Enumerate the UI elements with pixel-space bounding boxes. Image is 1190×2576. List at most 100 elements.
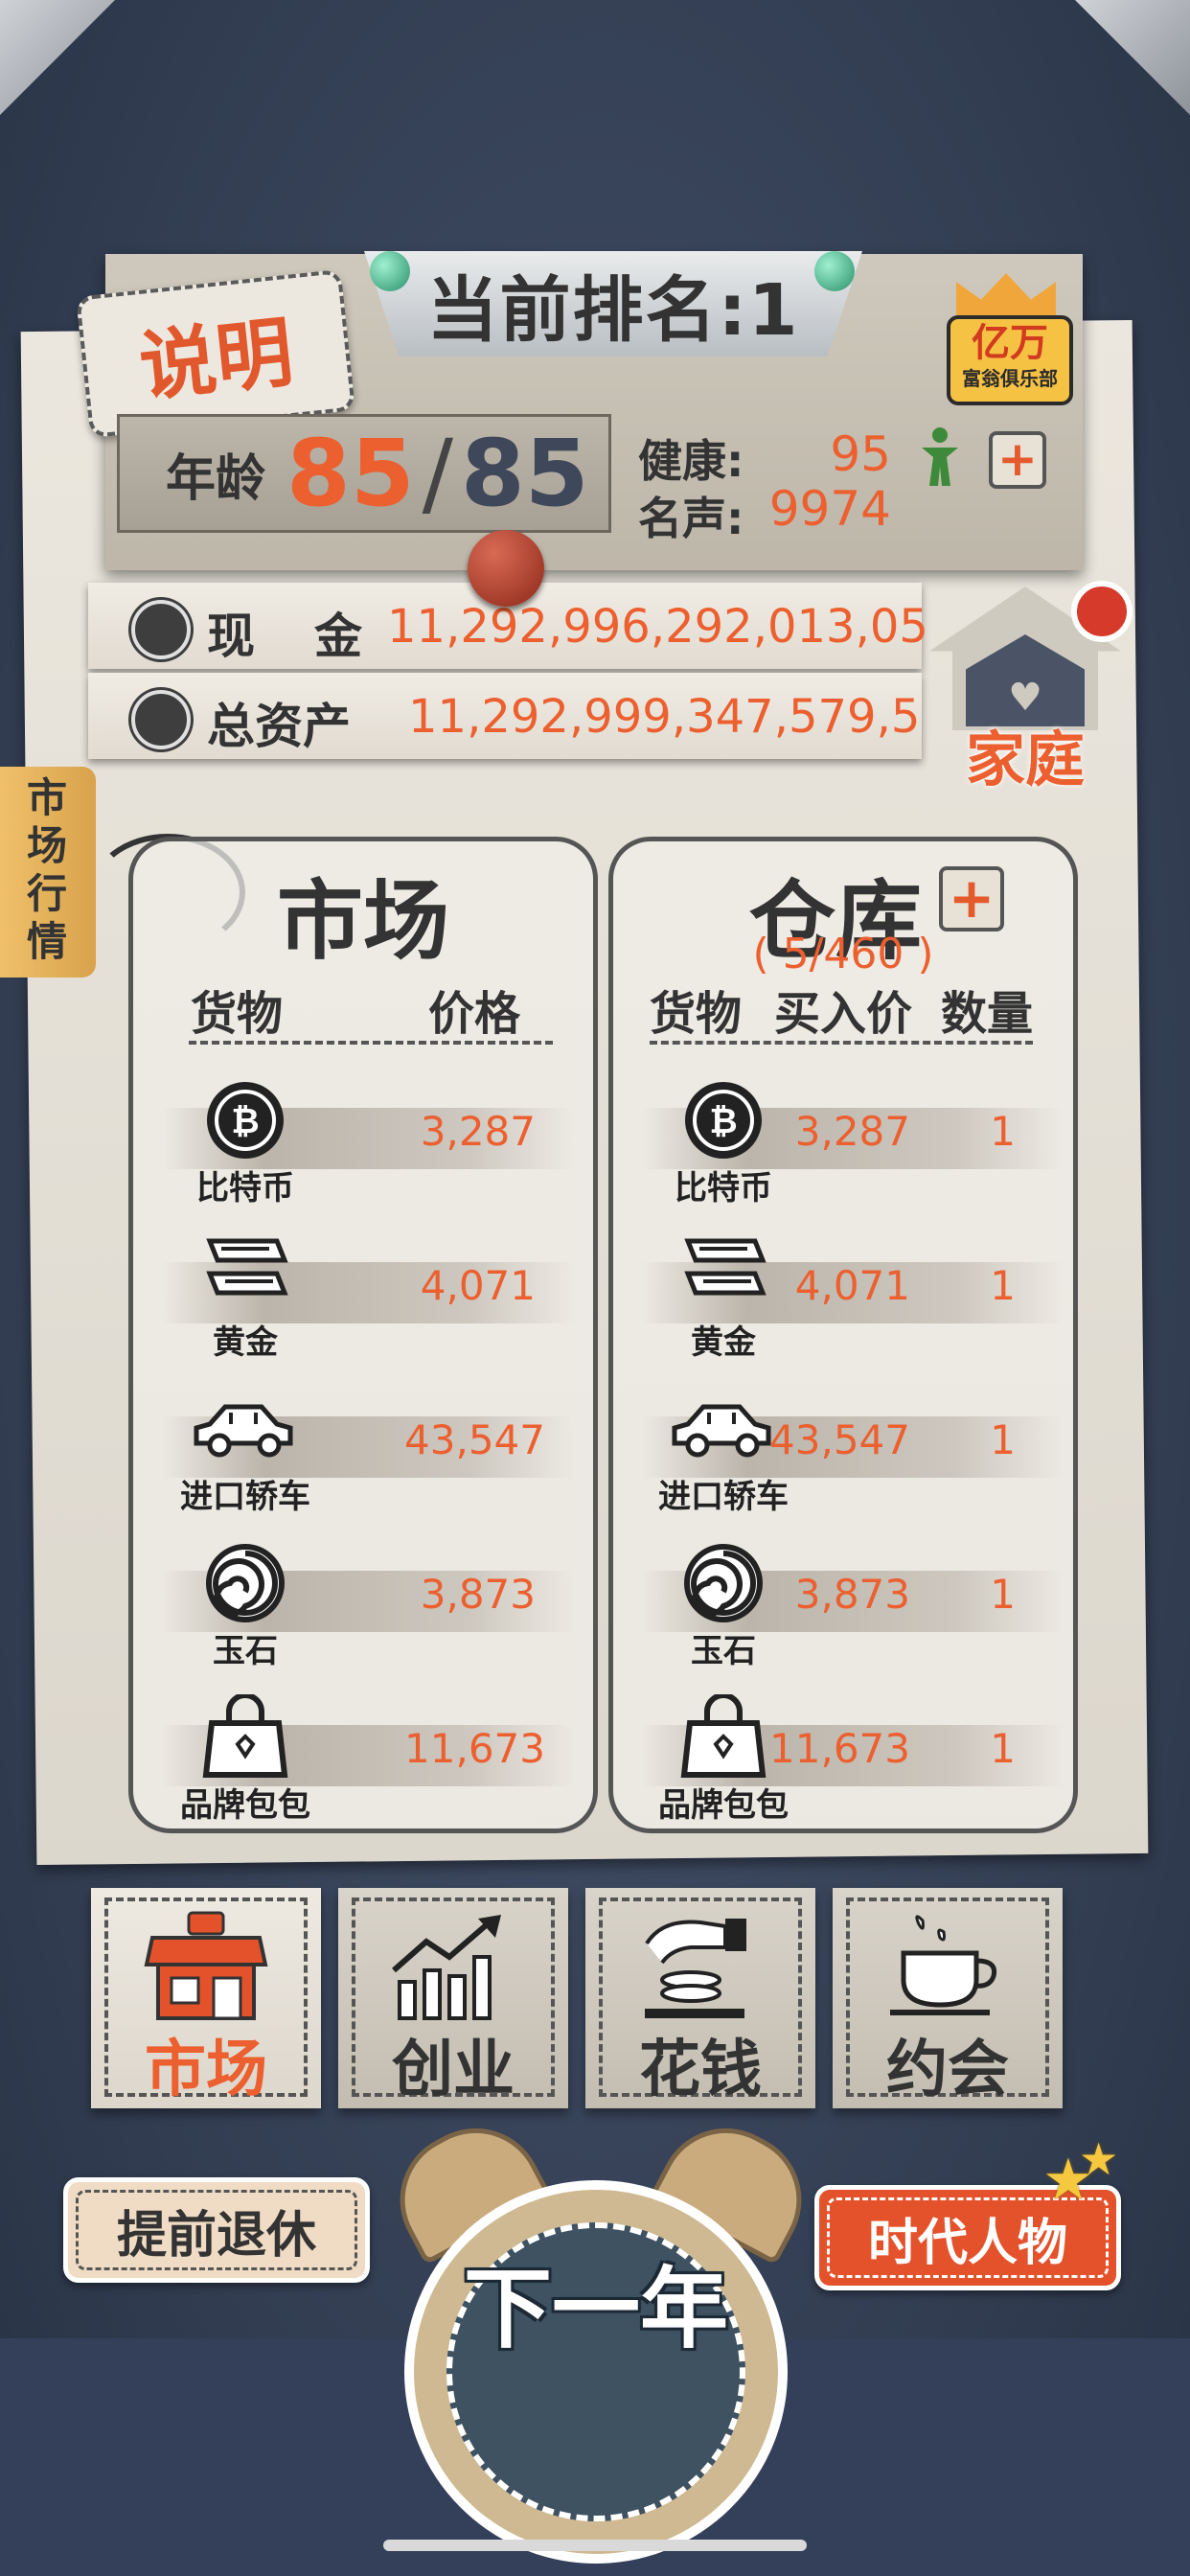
- age-separator: /: [422, 420, 453, 527]
- item-price: 43,547: [404, 1416, 545, 1463]
- handbag-icon: [202, 1694, 288, 1778]
- spend-money-icon: [645, 1919, 746, 2018]
- market-panel: 市场 货物 价格 ₿ 比特币 3,287 黄金 4,071 进口轿车 43,54…: [128, 837, 598, 1833]
- next-year-button[interactable]: 下一年: [376, 2104, 826, 2564]
- car-icon: [672, 1404, 771, 1458]
- home-indicator[interactable]: [383, 2540, 807, 2551]
- heart-icon: ♥: [1008, 676, 1042, 720]
- club-badge-title: 亿万: [972, 321, 1048, 365]
- cash-value: 11,292,996,292,013,05: [387, 600, 928, 654]
- item-name: 比特币: [196, 1169, 294, 1208]
- item-name: 品牌包包: [658, 1786, 789, 1825]
- age-max: 85: [460, 420, 589, 527]
- item-name: 进口轿车: [658, 1478, 789, 1516]
- item-qty: 1: [990, 1571, 1016, 1618]
- explain-button[interactable]: 说明: [76, 268, 355, 439]
- item-price: 3,287: [420, 1108, 536, 1155]
- item-name: 黄金: [213, 1323, 278, 1362]
- star-icon: ★: [1079, 2133, 1119, 2185]
- market-row[interactable]: 玉石 3,873: [133, 1536, 593, 1670]
- market-row[interactable]: 进口轿车 43,547: [133, 1382, 593, 1516]
- item-buy-price: 43,547: [769, 1416, 910, 1463]
- item-buy-price: 3,873: [794, 1571, 910, 1618]
- warehouse-row[interactable]: 黄金 4,071 1: [613, 1228, 1073, 1362]
- market-trend-tab[interactable]: 市场行情: [0, 767, 96, 978]
- market-title: 市场: [277, 871, 449, 972]
- jade-icon: [206, 1544, 285, 1622]
- market-trend-label: 市场行情: [27, 774, 68, 965]
- assets-label: 总资产: [207, 699, 351, 754]
- billionaire-club-badge[interactable]: 亿万 富翁俱乐部: [939, 273, 1073, 407]
- tab-label: 创业: [392, 2035, 515, 2105]
- divider: [650, 1041, 1033, 1045]
- tab-market[interactable]: 市场: [91, 1888, 321, 2108]
- health-value: 95: [830, 426, 891, 482]
- notification-dot: [1071, 581, 1133, 642]
- coin-icon: [131, 600, 191, 659]
- warehouse-row[interactable]: 品牌包包 11,673 1: [613, 1690, 1073, 1825]
- warehouse-row[interactable]: 进口轿车 43,547 1: [613, 1382, 1073, 1516]
- early-retire-button[interactable]: 提前退休: [63, 2177, 370, 2283]
- assets-row: 总资产 11,292,999,347,579,5: [88, 673, 922, 759]
- gold-bar-icon: [684, 1238, 767, 1296]
- item-price: 4,071: [420, 1262, 536, 1309]
- handbag-icon: [680, 1694, 767, 1778]
- warehouse-col-buy-price: 买入价: [774, 987, 913, 1041]
- age-current: 85: [286, 420, 415, 527]
- item-name: 玉石: [691, 1632, 756, 1670]
- item-qty: 1: [990, 1725, 1016, 1772]
- era-people-label: 时代人物: [867, 2214, 1067, 2272]
- early-retire-label: 提前退休: [116, 2206, 316, 2265]
- gold-bar-icon: [206, 1238, 288, 1296]
- item-name: 黄金: [691, 1323, 756, 1362]
- warehouse-panel: 仓库 + ( 5/460 ) 货物 买入价 数量 ₿ 比特币 3,287 1 黄…: [608, 837, 1078, 1833]
- health-plus-button[interactable]: +: [989, 431, 1046, 489]
- fame-value: 9974: [768, 481, 891, 537]
- club-badge-sub: 富翁俱乐部: [962, 367, 1058, 390]
- market-row[interactable]: 品牌包包 11,673: [133, 1690, 593, 1825]
- growth-chart-icon: [392, 1915, 501, 2020]
- rank-label: 当前排名:1: [426, 268, 800, 352]
- warehouse-plus-button[interactable]: +: [939, 866, 1004, 932]
- svg-text:₿: ₿: [231, 1102, 259, 1141]
- car-icon: [194, 1404, 293, 1458]
- item-buy-price: 4,071: [794, 1262, 910, 1309]
- warehouse-row[interactable]: 玉石 3,873 1: [613, 1536, 1073, 1670]
- item-buy-price: 11,673: [769, 1725, 910, 1772]
- tab-business[interactable]: 创业: [338, 1888, 568, 2108]
- market-col-price: 价格: [428, 987, 521, 1041]
- cash-label: 现 金: [207, 609, 368, 664]
- family-button[interactable]: ♥ 家庭: [920, 581, 1133, 794]
- market-row[interactable]: 黄金 4,071: [133, 1228, 593, 1362]
- assets-value: 11,292,999,347,579,5: [408, 690, 921, 744]
- jade-icon: [684, 1544, 763, 1622]
- next-year-label: 下一年: [463, 2258, 728, 2360]
- crown-icon: [956, 273, 1056, 317]
- tab-date[interactable]: 约会: [833, 1888, 1063, 2108]
- market-row[interactable]: ₿ 比特币 3,287: [133, 1073, 593, 1208]
- warehouse-col-qty: 数量: [941, 987, 1034, 1041]
- rank-banner: 当前排名:1: [364, 251, 862, 356]
- market-col-goods: 货物: [191, 987, 284, 1041]
- person-health-icon: [922, 427, 958, 486]
- tab-label: 约会: [886, 2035, 1009, 2105]
- age-display: 年龄 85 / 85: [117, 414, 611, 533]
- item-name: 玉石: [213, 1632, 278, 1670]
- bitcoin-icon: ₿: [207, 1082, 284, 1159]
- pushpin-icon: [468, 530, 544, 607]
- warehouse-row[interactable]: ₿ 比特币 3,287 1: [613, 1073, 1073, 1208]
- tab-label: 市场: [145, 2035, 267, 2105]
- warehouse-capacity: ( 5/460 ): [752, 930, 934, 978]
- explain-label: 说明: [135, 307, 298, 413]
- svg-text:₿: ₿: [709, 1102, 737, 1141]
- pin-icon: [370, 251, 410, 291]
- coffee-cup-icon: [890, 1915, 997, 2015]
- item-name: 进口轿车: [180, 1478, 310, 1516]
- shop-icon: [144, 1911, 268, 2020]
- item-buy-price: 3,287: [794, 1108, 910, 1155]
- tab-spend[interactable]: 花钱: [585, 1888, 815, 2108]
- divider: [189, 1041, 553, 1045]
- coin-stack-icon: [131, 690, 191, 749]
- bitcoin-icon: ₿: [685, 1082, 762, 1159]
- family-label: 家庭: [965, 724, 1085, 794]
